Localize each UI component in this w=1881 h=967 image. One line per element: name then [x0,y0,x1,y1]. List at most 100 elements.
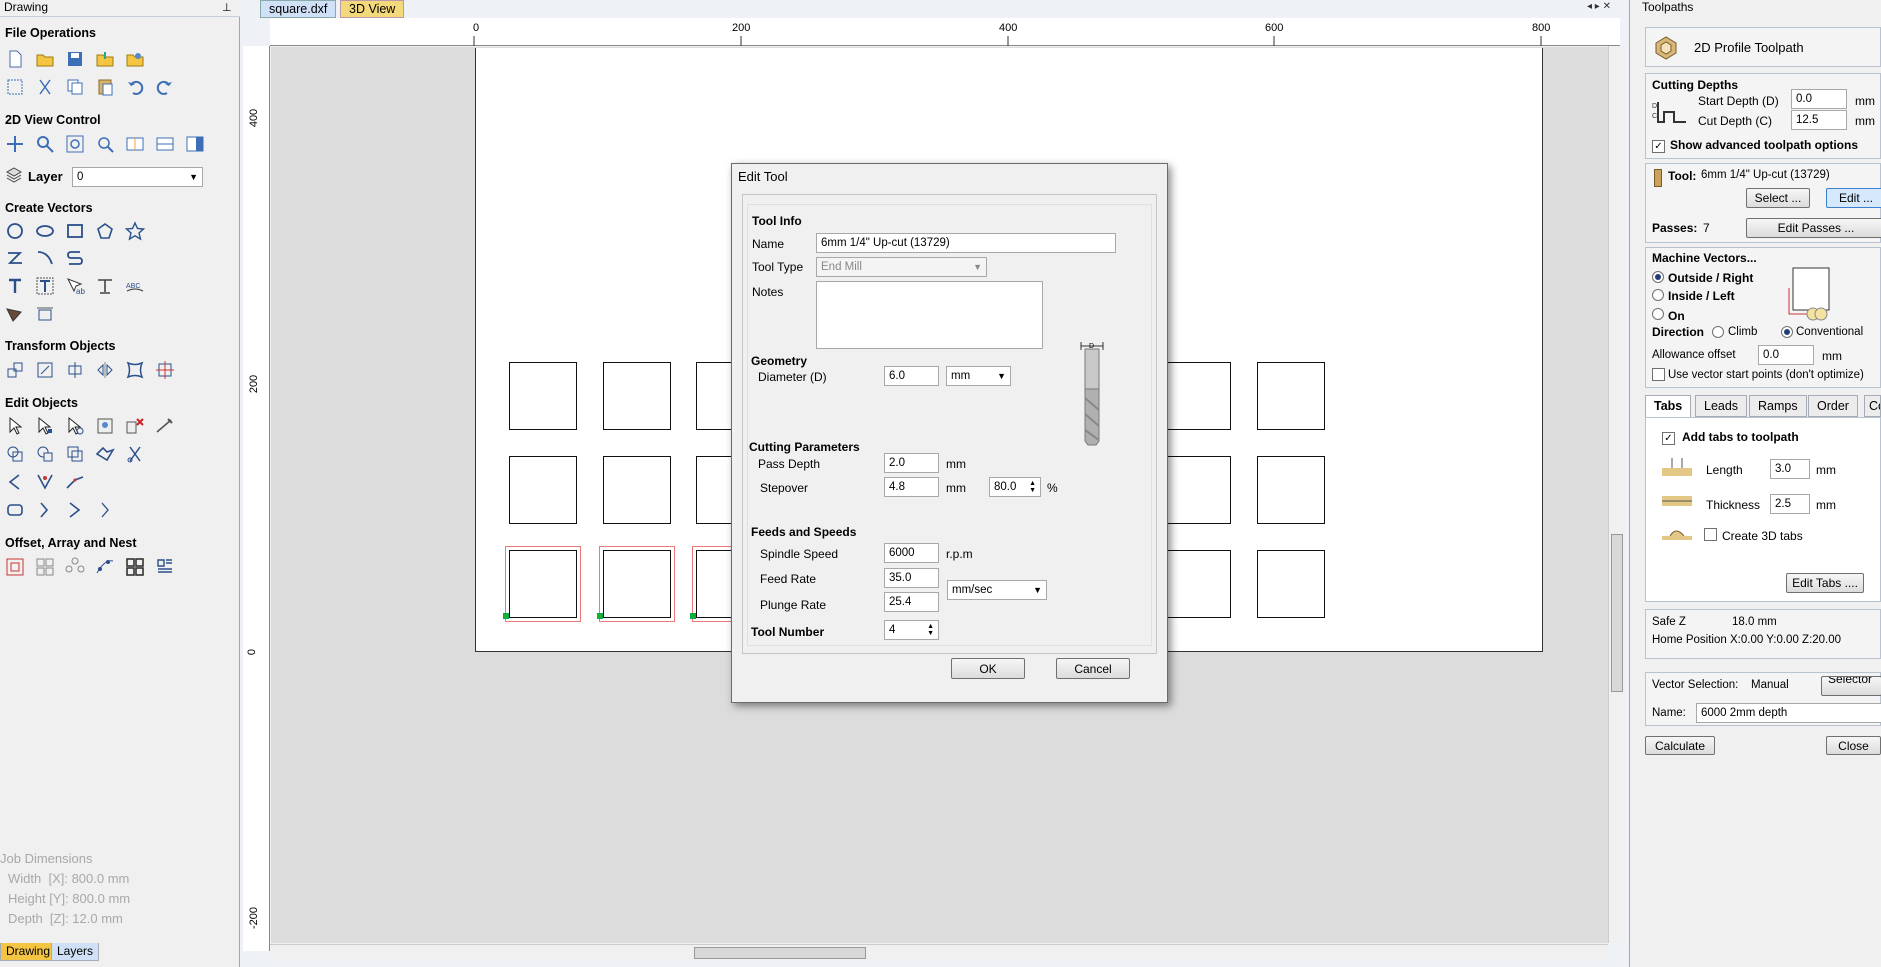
delete-icon[interactable] [124,415,146,437]
rectangle-icon[interactable] [64,220,86,242]
trim-icon[interactable] [124,443,146,465]
pin-icon[interactable]: ⊥ [222,1,232,14]
cancel-button[interactable]: Cancel [1056,658,1130,679]
subtract-icon[interactable] [34,443,56,465]
feed-rate-input[interactable]: 35.0 [884,568,939,588]
smooth-icon[interactable] [4,499,26,521]
tool-type-select[interactable]: End Mill ▼ [816,257,987,277]
vector-square[interactable] [603,362,671,430]
tool-name-input[interactable]: 6mm 1/4" Up-cut (13729) [816,233,1116,253]
layer-select[interactable]: 0 ▼ [72,167,203,187]
tab-order[interactable]: Order [1808,395,1858,417]
auto-layout-icon[interactable] [154,556,176,578]
polygon-icon[interactable] [94,220,116,242]
climb-radio[interactable] [1712,326,1724,341]
paste-icon[interactable] [94,76,116,98]
move-icon[interactable] [4,359,26,381]
job-setup-icon[interactable] [4,76,26,98]
undo-icon[interactable] [124,76,146,98]
curve-icon[interactable] [34,247,56,269]
tab-3d-view[interactable]: 3D View [340,0,405,18]
pass-depth-input[interactable]: 2.0 [884,453,939,473]
weld-icon[interactable] [4,443,26,465]
vector-square[interactable] [1257,362,1325,430]
open-file-icon[interactable] [34,48,56,70]
save-icon[interactable] [64,48,86,70]
outside-radio[interactable] [1652,271,1664,286]
tab-ramps[interactable]: Ramps [1749,395,1807,417]
fillet-icon[interactable] [4,471,26,493]
length-input[interactable]: 3.0 [1770,459,1810,479]
checkbox-unchecked[interactable] [1704,528,1717,541]
offset-icon[interactable] [4,556,26,578]
radio-unselected[interactable] [1652,289,1664,301]
text-on-curve-icon[interactable]: ABC [124,275,146,297]
selected-vector-square[interactable] [505,546,581,622]
circular-array-icon[interactable] [64,556,86,578]
vector-square[interactable] [1163,362,1231,430]
create-3d-checkbox[interactable] [1704,528,1717,544]
vertical-scrollbar[interactable] [1608,46,1625,943]
add-tabs-checkbox[interactable]: ✓ [1662,429,1675,445]
checkbox-unchecked[interactable] [1652,368,1665,381]
tool-number-input[interactable]: 4 ▲ ▼ [884,620,939,640]
zoom-extents-icon[interactable] [64,133,86,155]
edit-tool-button[interactable]: Edit ... [1826,188,1881,208]
horizontal-scrollbar[interactable] [270,944,1608,961]
vector-square[interactable] [509,456,577,524]
tab-layers[interactable]: Layers [51,943,100,961]
close-button[interactable]: Close [1826,736,1881,755]
import-icon[interactable] [94,48,116,70]
diameter-unit-select[interactable]: mm ▼ [946,366,1011,386]
radio-selected[interactable] [1781,326,1793,338]
cut-icon[interactable] [34,76,56,98]
pan-icon[interactable] [4,133,26,155]
spline-icon[interactable] [64,247,86,269]
measure-icon[interactable] [154,415,176,437]
select-tool-button[interactable]: Select ... [1746,188,1810,208]
zoom-box-icon[interactable] [34,133,56,155]
open-vector-icon[interactable] [64,499,86,521]
vector-square[interactable] [1257,456,1325,524]
text-block-icon[interactable] [34,275,56,297]
tab-drawing[interactable]: Drawing [0,943,57,961]
horizontal-scroll-thumb[interactable] [694,947,866,959]
tab-nav-icons[interactable]: ◂ ▸ ✕ [1587,1,1611,12]
view-layout-icon[interactable] [154,133,176,155]
text-fit-icon[interactable] [94,275,116,297]
copy-along-vector-icon[interactable] [94,556,116,578]
select-arrow-icon[interactable] [4,415,26,437]
close-vector-icon[interactable] [34,499,56,521]
align-icon[interactable] [64,359,86,381]
radio-unselected[interactable] [1712,326,1724,338]
text-select-icon[interactable]: ab [64,275,86,297]
stepover-input[interactable]: 4.8 [884,477,939,497]
conventional-radio[interactable] [1781,326,1793,341]
scale-icon[interactable] [34,359,56,381]
extend-icon[interactable] [64,471,86,493]
bitmap-trace-icon[interactable] [4,303,26,325]
selected-vector-square[interactable] [599,546,675,622]
edit-passes-button[interactable]: Edit Passes ... [1746,218,1881,238]
spinner-icon[interactable]: ▲ ▼ [927,623,934,637]
on-radio[interactable] [1652,308,1664,323]
tab-corners[interactable]: Corners [1864,395,1881,417]
vector-square[interactable] [603,456,671,524]
stepover-percent-input[interactable]: 80.0 ▲ ▼ [989,477,1041,497]
notes-textarea[interactable] [816,281,1043,349]
vertical-scroll-thumb[interactable] [1611,534,1623,692]
checkbox-checked[interactable]: ✓ [1652,140,1665,153]
text-icon[interactable] [4,275,26,297]
nest-icon[interactable] [124,556,146,578]
cut-depth-input[interactable]: 12.5 [1791,110,1847,130]
array-icon[interactable] [34,556,56,578]
vector-square[interactable] [509,362,577,430]
thickness-input[interactable]: 2.5 [1770,494,1810,514]
distort-icon[interactable] [124,359,146,381]
ellipse-icon[interactable] [34,220,56,242]
mirror-icon[interactable] [94,359,116,381]
diameter-input[interactable]: 6.0 [884,366,939,386]
tab-leads[interactable]: Leads [1695,395,1748,417]
edit-tabs-button[interactable]: Edit Tabs .... [1786,573,1864,593]
rate-unit-select[interactable]: mm/sec ▼ [947,580,1047,600]
